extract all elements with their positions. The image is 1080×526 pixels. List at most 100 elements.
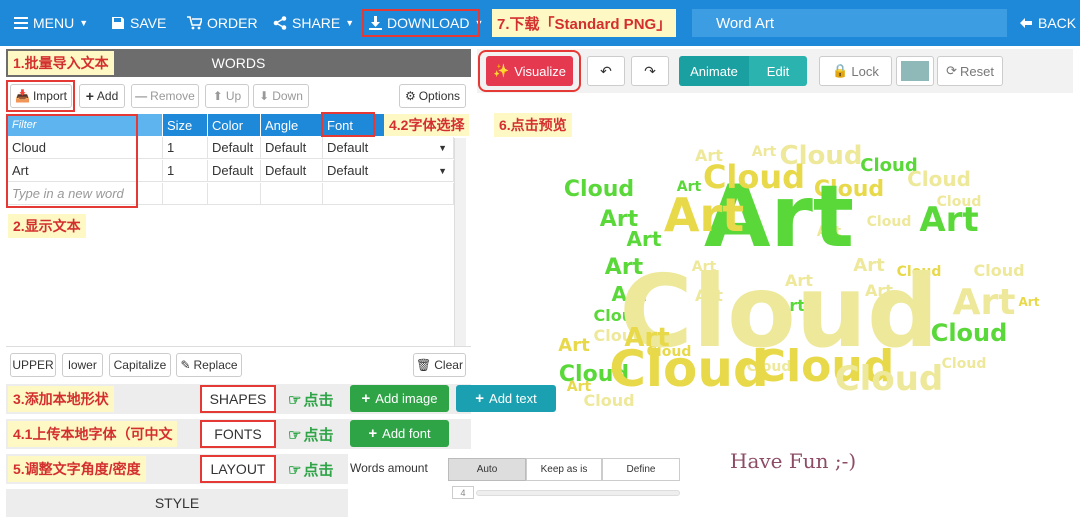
add-label: Add: [96, 89, 119, 103]
undo-button[interactable]: ↶: [587, 56, 625, 86]
clear-label: Clear: [434, 358, 463, 372]
gear-icon: ⚙: [404, 89, 416, 103]
column-color[interactable]: Color: [208, 114, 261, 136]
amount-value-input[interactable]: 4: [452, 486, 474, 499]
top-toolbar: MENU ▼ SAVE ORDER SHARE ▼ DOWNLOAD ▼ 7.下…: [0, 0, 1080, 46]
arrow-down-icon: ⬇: [259, 89, 270, 103]
capitalize-button[interactable]: Capitalize: [109, 353, 171, 377]
pointing-hand-icon: ☞: [288, 426, 302, 444]
cloud-word[interactable]: Art: [627, 227, 662, 251]
redo-icon: ↷: [644, 62, 656, 79]
replace-button[interactable]: ✎ Replace: [176, 353, 242, 377]
add-image-button[interactable]: + Add image: [350, 385, 449, 412]
cloud-word[interactable]: Cloud: [931, 319, 1008, 347]
cloud-word[interactable]: Cloud: [973, 261, 1024, 280]
shapes-tab[interactable]: SHAPES: [200, 385, 276, 413]
save-label: SAVE: [130, 15, 167, 31]
cloud-word[interactable]: Art: [1019, 295, 1040, 309]
size-cell[interactable]: 1: [163, 137, 208, 159]
annotation-add-shape: 3.添加本地形状: [8, 386, 114, 412]
back-button[interactable]: BACK: [1019, 0, 1076, 46]
options-button[interactable]: ⚙ Options: [399, 84, 466, 108]
back-label: BACK: [1038, 15, 1077, 31]
up-label: Up: [225, 89, 242, 103]
cloud-word[interactable]: Cloud: [867, 214, 912, 230]
import-highlight-frame: [6, 80, 75, 112]
caret-down-icon: ▼: [79, 18, 89, 28]
lock-button[interactable]: 🔒 Lock: [819, 56, 892, 86]
add-font-label: Add font: [382, 426, 431, 441]
plus-icon: +: [85, 88, 94, 104]
click-hint: ☞ 点击: [288, 459, 333, 480]
share-button[interactable]: SHARE ▼: [273, 0, 354, 46]
font-cell-value: Default: [327, 163, 369, 178]
layout-tab[interactable]: LAYOUT: [200, 455, 276, 483]
annotation-adjust-layout: 5.调整文字角度/密度: [8, 456, 146, 482]
cloud-word[interactable]: Art: [919, 200, 978, 240]
color-cell[interactable]: Default: [208, 137, 261, 159]
move-up-button[interactable]: ⬆ Up: [205, 84, 249, 108]
cart-icon: [187, 16, 202, 30]
angle-cell[interactable]: Default: [261, 137, 323, 159]
empty-cell: [208, 183, 261, 205]
cloud-word[interactable]: Cloud: [907, 167, 971, 191]
cloud-word[interactable]: Cloud: [942, 356, 987, 372]
uppercase-button[interactable]: UPPER: [10, 353, 56, 377]
click-hint: ☞ 点击: [288, 424, 333, 445]
edit-button[interactable]: Edit: [749, 56, 807, 86]
visualize-highlight-frame: [478, 50, 581, 92]
cloud-word[interactable]: Cloud: [835, 359, 944, 399]
font-cell[interactable]: Default ▼: [323, 160, 454, 182]
arrow-up-icon: ⬆: [212, 89, 223, 103]
annotation-download-png: 7.下载「Standard PNG」: [492, 9, 677, 37]
back-icon: [1020, 18, 1032, 28]
click-hint-label: 点击: [303, 462, 334, 479]
animate-button[interactable]: Animate: [679, 56, 749, 86]
reset-button[interactable]: ⟳ Reset: [937, 56, 1003, 86]
refresh-icon: ⟳: [946, 63, 957, 78]
trash-icon: 🗑: [416, 358, 432, 372]
floppy-icon: [112, 17, 124, 29]
cloud-word[interactable]: Cloud: [703, 158, 805, 196]
size-cell[interactable]: 1: [163, 160, 208, 182]
cloud-word[interactable]: Art: [567, 379, 592, 395]
style-section[interactable]: STYLE: [6, 489, 348, 517]
menu-label: MENU: [33, 15, 75, 31]
style-tab-label: STYLE: [154, 495, 200, 511]
redo-button[interactable]: ↷: [631, 56, 669, 86]
share-icon: [273, 16, 287, 30]
words-header-label: WORDS: [211, 55, 266, 71]
cloud-word[interactable]: Cloud: [564, 177, 634, 202]
add-word-button[interactable]: + Add: [79, 84, 125, 108]
font-cell[interactable]: Default ▼: [323, 137, 454, 159]
angle-cell[interactable]: Default: [261, 160, 323, 182]
clear-button[interactable]: 🗑 Clear: [413, 353, 466, 377]
reset-label: Reset: [959, 63, 994, 79]
empty-cell: [323, 183, 454, 205]
font-column-highlight-frame: [321, 112, 375, 137]
remove-word-button[interactable]: — Remove: [131, 84, 199, 108]
column-size[interactable]: Size: [163, 114, 208, 136]
move-down-button[interactable]: ⬇ Down: [253, 84, 309, 108]
column-angle[interactable]: Angle: [261, 114, 323, 136]
lowercase-button[interactable]: lower: [62, 353, 103, 377]
annotation-upload-font: 4.1上传本地字体（可中文: [8, 421, 178, 447]
click-hint-label: 点击: [303, 427, 334, 444]
add-font-button[interactable]: + Add font: [350, 420, 449, 447]
cloud-word[interactable]: Art: [558, 335, 590, 356]
cloud-word[interactable]: Art: [953, 282, 1016, 323]
down-label: Down: [272, 89, 303, 103]
color-cell[interactable]: Default: [208, 160, 261, 182]
cloud-word[interactable]: Art: [624, 323, 669, 353]
add-image-label: Add image: [375, 391, 438, 406]
menu-button[interactable]: MENU ▼: [14, 0, 88, 46]
cloud-word[interactable]: Art: [664, 188, 744, 242]
table-scrollbar[interactable]: [454, 138, 466, 346]
order-button[interactable]: ORDER: [187, 0, 258, 46]
hamburger-icon: [14, 17, 28, 29]
click-hint: ☞ 点击: [288, 389, 333, 410]
fonts-tab[interactable]: FONTS: [200, 420, 276, 448]
color-swatch-button[interactable]: [896, 56, 934, 86]
save-button[interactable]: SAVE: [111, 0, 166, 46]
edit-icon: ✎: [180, 358, 191, 372]
